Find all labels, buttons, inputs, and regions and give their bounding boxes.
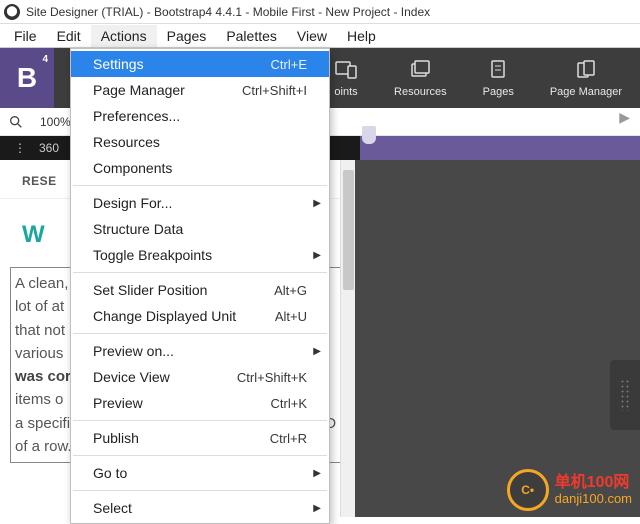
drag-dots-icon[interactable]: ⋮ <box>14 141 27 155</box>
menu-separator <box>73 185 327 186</box>
toolbar-partial-label: oints <box>334 86 357 98</box>
actions-dropdown: Settings Ctrl+E Page Manager Ctrl+Shift+I Pr… <box>70 48 330 524</box>
menu-item-shortcut: Ctrl+E <box>271 57 307 72</box>
toolbar-label: Pages <box>483 86 514 98</box>
menu-item-label: Design For... <box>93 195 172 211</box>
menu-actions[interactable]: Actions <box>91 25 157 47</box>
toolbar-label: Resources <box>394 86 447 98</box>
menu-item-shortcut: Ctrl+Shift+K <box>237 370 307 385</box>
menu-item-preferences[interactable]: Preferences... <box>71 103 329 129</box>
menu-item-label: Publish <box>93 430 139 446</box>
menu-item-label: Structure Data <box>93 221 183 237</box>
menu-item-shortcut: Ctrl+Shift+I <box>242 83 307 98</box>
menu-item-resources[interactable]: Resources <box>71 129 329 155</box>
watermark-icon: C• <box>507 469 549 511</box>
menu-separator <box>73 455 327 456</box>
menu-help[interactable]: Help <box>337 25 386 47</box>
menu-item-label: Components <box>93 160 172 176</box>
menu-item-preview[interactable]: Preview Ctrl+K <box>71 390 329 416</box>
menu-item-label: Select <box>93 500 132 516</box>
window-title: Site Designer (TRIAL) - Bootstrap4 4.4.1… <box>26 5 430 19</box>
menu-item-shortcut: Alt+G <box>274 283 307 298</box>
menu-edit[interactable]: Edit <box>47 25 91 47</box>
menu-item-set-slider-position[interactable]: Set Slider Position Alt+G <box>71 277 329 303</box>
menu-item-components[interactable]: Components <box>71 155 329 181</box>
menu-item-label: Change Displayed Unit <box>93 308 236 324</box>
submenu-arrow-icon: ▶ <box>313 346 321 357</box>
menu-separator <box>73 420 327 421</box>
play-icon[interactable]: ▶ <box>619 109 630 126</box>
menu-separator <box>73 333 327 334</box>
menu-separator <box>73 272 327 273</box>
search-icon[interactable] <box>8 114 24 130</box>
menu-item-page-manager[interactable]: Page Manager Ctrl+Shift+I <box>71 77 329 103</box>
menu-file[interactable]: File <box>4 25 47 47</box>
menu-item-publish[interactable]: Publish Ctrl+R <box>71 425 329 451</box>
menu-item-label: Device View <box>93 369 170 385</box>
menu-palettes[interactable]: Palettes <box>216 25 287 47</box>
app-icon: ⬤ <box>4 4 20 20</box>
submenu-arrow-icon: ▶ <box>313 198 321 209</box>
menu-item-label: Page Manager <box>93 82 185 98</box>
grip-icon <box>620 379 630 411</box>
brand-letter: B <box>17 62 37 94</box>
toolbar-page-manager-button[interactable]: Page Manager <box>532 48 640 108</box>
menu-item-preview-on[interactable]: Preview on... ▶ <box>71 338 329 364</box>
brand-sup: 4 <box>42 54 48 65</box>
panel-handle[interactable] <box>610 360 640 430</box>
menu-item-label: Preview <box>93 395 143 411</box>
menu-pages[interactable]: Pages <box>157 25 217 47</box>
menu-item-toggle-breakpoints[interactable]: Toggle Breakpoints ▶ <box>71 242 329 268</box>
menu-bar: FileEditActionsPagesPalettesViewHelp <box>0 24 640 48</box>
devices-icon <box>334 58 358 82</box>
zoom-value[interactable]: 100% <box>40 115 71 129</box>
menu-item-device-view[interactable]: Device View Ctrl+Shift+K <box>71 364 329 390</box>
menu-item-design-for[interactable]: Design For... ▶ <box>71 190 329 216</box>
toolbar-pages-button[interactable]: Pages <box>465 48 532 108</box>
menu-item-go-to[interactable]: Go to ▶ <box>71 460 329 486</box>
pages-icon <box>486 58 510 82</box>
menu-item-label: Toggle Breakpoints <box>93 247 212 263</box>
watermark-line2: danji100.com <box>555 492 632 506</box>
breakpoint-strip[interactable]: ▶ <box>360 136 640 160</box>
menu-item-label: Settings <box>93 56 144 72</box>
menu-separator <box>73 490 327 491</box>
menu-item-shortcut: Ctrl+R <box>270 431 307 446</box>
preview-panel <box>355 160 640 517</box>
resources-icon <box>408 58 432 82</box>
menu-view[interactable]: View <box>287 25 337 47</box>
page-manager-icon <box>574 58 598 82</box>
menu-item-settings[interactable]: Settings Ctrl+E <box>71 51 329 77</box>
watermark-line1: 单机100网 <box>555 474 632 492</box>
menu-item-label: Resources <box>93 134 160 150</box>
breakpoint-marker[interactable] <box>362 126 376 144</box>
menu-item-label: Preferences... <box>93 108 180 124</box>
title-bar: ⬤ Site Designer (TRIAL) - Bootstrap4 4.4… <box>0 0 640 24</box>
submenu-arrow-icon: ▶ <box>313 468 321 479</box>
toolbar-resources-button[interactable]: Resources <box>376 48 465 108</box>
submenu-arrow-icon: ▶ <box>313 250 321 261</box>
width-value[interactable]: 360 <box>39 141 59 155</box>
menu-item-label: Go to <box>93 465 127 481</box>
scrollbar-thumb[interactable] <box>343 170 354 290</box>
toolbar-label: Page Manager <box>550 86 622 98</box>
menu-item-label: Preview on... <box>93 343 174 359</box>
vertical-scrollbar[interactable] <box>340 160 355 517</box>
menu-item-label: Set Slider Position <box>93 282 207 298</box>
submenu-arrow-icon: ▶ <box>313 503 321 514</box>
brand-logo: B 4 <box>0 48 54 108</box>
watermark: C• 单机100网 danji100.com <box>507 469 632 511</box>
menu-item-change-displayed-unit[interactable]: Change Displayed Unit Alt+U <box>71 303 329 329</box>
menu-item-shortcut: Ctrl+K <box>271 396 307 411</box>
menu-item-structure-data[interactable]: Structure Data <box>71 216 329 242</box>
menu-item-shortcut: Alt+U <box>275 309 307 324</box>
menu-item-select[interactable]: Select ▶ <box>71 495 329 521</box>
